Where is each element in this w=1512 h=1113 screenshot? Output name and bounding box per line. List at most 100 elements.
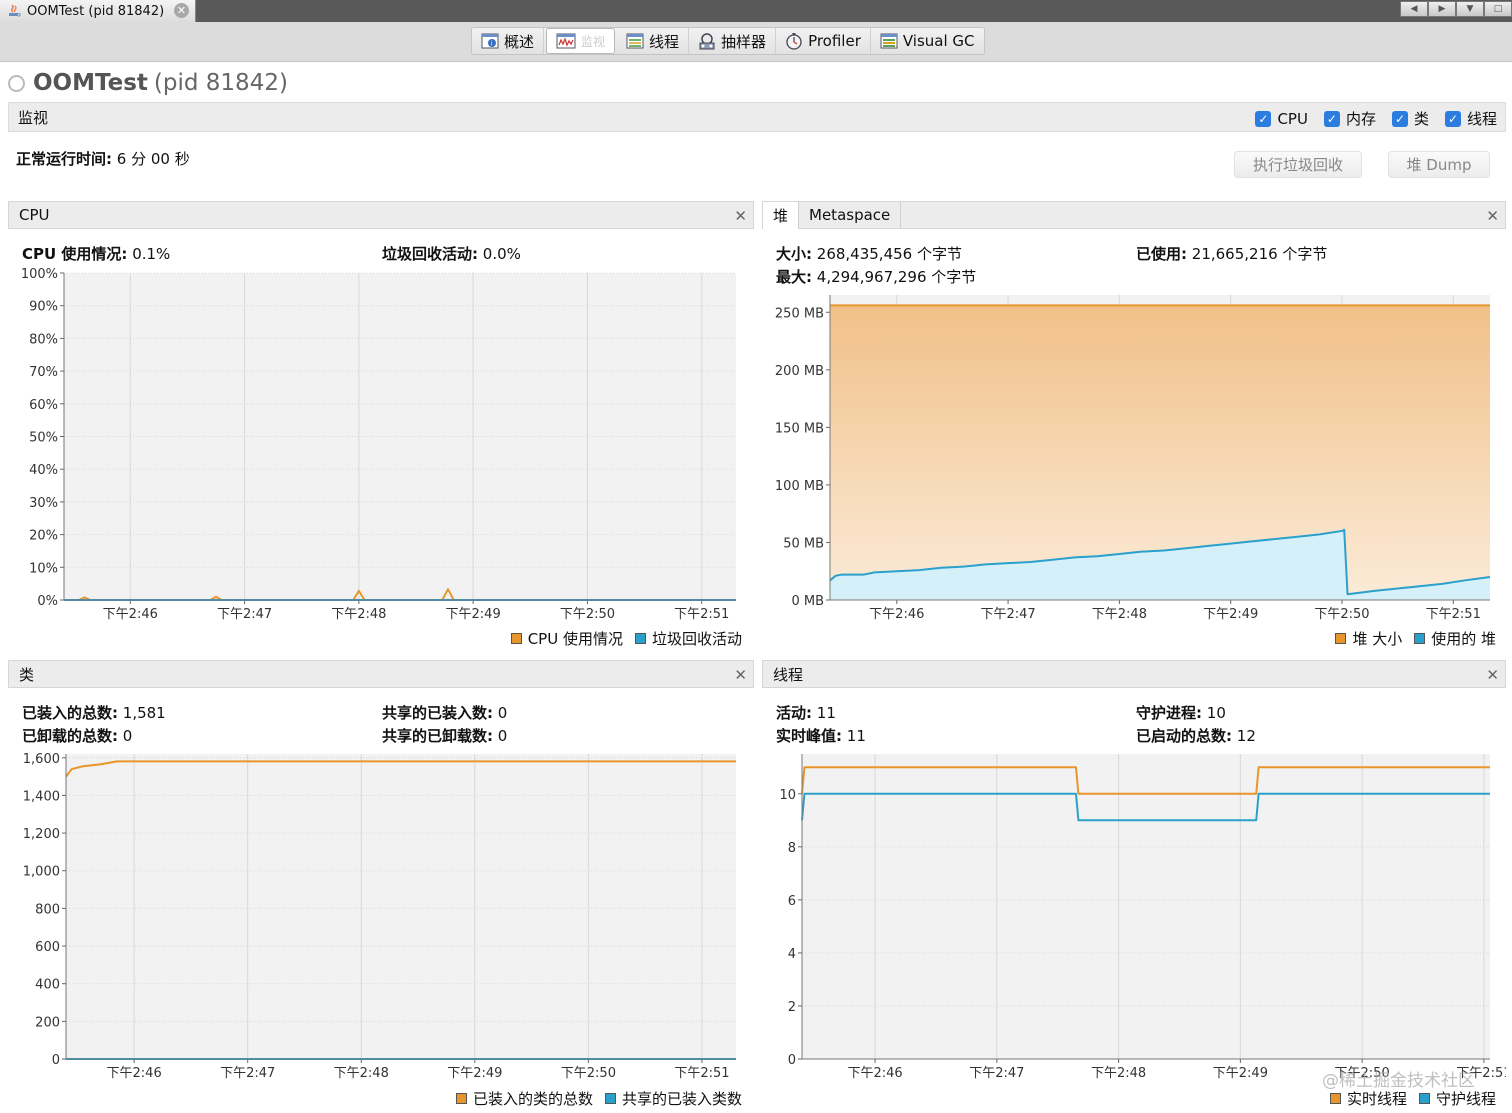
scroll-right-button[interactable]: ▶	[1428, 1, 1456, 17]
stat-label: 已装入的总数:	[22, 704, 118, 722]
uptime-value: 6 分 00 秒	[116, 150, 190, 168]
legend-label: CPU 使用情况	[527, 630, 623, 648]
stat-label: 已卸载的总数:	[22, 727, 118, 745]
app-pid: (pid 81842)	[153, 70, 288, 96]
tab-monitor[interactable]: 监视	[546, 28, 616, 54]
monitor-section-header: 监视 ✓ CPU ✓ 内存 ✓ 类 ✓ 线程	[8, 102, 1506, 132]
uptime: 正常运行时间: 6 分 00 秒	[16, 148, 190, 169]
memory-panel: 堆 Metaspace ✕ 大小: 268,435,456 个字节 已使用: 2…	[762, 201, 1506, 653]
close-icon[interactable]: ✕	[1486, 666, 1499, 684]
heap-dump-button[interactable]: 堆 Dump	[1388, 151, 1490, 178]
tab-threads-label: 线程	[649, 32, 680, 51]
legend-swatch-blue	[1414, 633, 1426, 644]
tab-list-button[interactable]: ▼	[1456, 1, 1484, 17]
x-tick-label: 下午2:50	[560, 607, 615, 622]
threads-panel-header: 线程 ✕	[762, 660, 1506, 688]
tab-visual-gc[interactable]: Visual GC	[871, 28, 984, 54]
heap-size-stat: 大小: 268,435,456 个字节	[776, 243, 962, 264]
y-tick-label: 100 MB	[775, 479, 824, 494]
x-tick-label: 下午2:51	[1426, 607, 1481, 622]
perform-gc-button[interactable]: 执行垃圾回收	[1234, 151, 1362, 178]
plot-area	[66, 754, 736, 1059]
classes-checkbox-label: 类	[1413, 110, 1429, 128]
unloaded-total-stat: 已卸载的总数: 0	[22, 725, 132, 746]
y-tick-label: 10%	[29, 561, 58, 576]
stat-value: 0.1%	[132, 245, 171, 263]
visual-gc-icon	[880, 33, 898, 49]
x-tick-label: 下午2:48	[334, 1066, 389, 1081]
close-tab-icon[interactable]: ✕	[174, 3, 189, 18]
stat-value: 0	[497, 704, 508, 722]
legend-label: 实时线程	[1346, 1090, 1407, 1108]
cpu-panel-header: CPU ✕	[8, 201, 754, 229]
x-tick-label: 下午2:51	[674, 607, 729, 622]
watermark: @稀土掘金技术社区	[1322, 1071, 1475, 1091]
cpu-panel: CPU ✕ CPU 使用情况: 0.1% 垃圾回收活动: 0.0% 0% 10% 2…	[8, 201, 754, 653]
monitor-label: 监视	[18, 108, 49, 127]
document-tab[interactable]: OOMTest (pid 81842) ✕	[0, 0, 196, 22]
cpu-panel-title: CPU	[19, 206, 50, 224]
close-icon[interactable]: ✕	[734, 207, 747, 225]
stat-label: 守护进程:	[1136, 704, 1202, 722]
close-icon[interactable]: ✕	[1486, 207, 1499, 225]
maximize-button[interactable]: □	[1484, 1, 1512, 17]
threads-chart: 0246810下午2:46 下午2:47 下午2:48 下午2:49 下午2:50 下午2…	[779, 754, 1506, 1081]
loaded-total-stat: 已装入的总数: 1,581	[22, 702, 166, 723]
legend-swatch-orange	[510, 633, 522, 644]
live-threads-stat: 活动: 11	[776, 702, 836, 723]
threads-icon	[626, 33, 644, 49]
tab-threads[interactable]: 线程	[617, 28, 690, 54]
tab-visual-gc-label: Visual GC	[902, 32, 975, 50]
x-tick-label: 下午2:49	[1203, 607, 1258, 622]
heap-max-stat: 最大: 4,294,967,296 个字节	[776, 266, 976, 287]
stat-value: 4,294,967,296 个字节	[816, 268, 977, 286]
y-tick-label: 60%	[29, 398, 58, 413]
y-tick-label: 2	[788, 1000, 796, 1015]
memory-checkbox[interactable]: ✓ 内存	[1323, 108, 1376, 129]
x-tick-label: 下午2:46	[847, 1066, 902, 1081]
scroll-left-button[interactable]: ◀	[1400, 1, 1428, 17]
legend-label: 共享的已装入类数	[621, 1090, 742, 1108]
tab-monitor-label: 监视	[581, 34, 606, 49]
y-tick-label: 6	[788, 894, 796, 909]
tab-sampler-label: 抽样器	[721, 32, 767, 51]
y-tick-label: 50%	[29, 431, 58, 446]
legend-swatch-blue	[604, 1093, 616, 1104]
stat-value: 0.0%	[482, 245, 521, 263]
memory-panel-header: 堆 Metaspace ✕	[762, 201, 1506, 229]
y-tick-label: 100%	[21, 267, 58, 282]
tab-heap[interactable]: 堆	[763, 201, 800, 229]
tab-overview[interactable]: i 概述	[472, 28, 545, 54]
x-tick-label: 下午2:46	[107, 1066, 162, 1081]
shared-loaded-stat: 共享的已装入数: 0	[382, 702, 507, 723]
threads-checkbox[interactable]: ✓ 线程	[1444, 108, 1497, 129]
tab-profiler[interactable]: Profiler	[776, 28, 871, 54]
x-tick-label: 下午2:49	[1213, 1066, 1268, 1081]
y-tick-label: 800	[35, 902, 60, 917]
classes-panel-title: 类	[19, 665, 35, 684]
legend-swatch-orange	[1329, 1093, 1341, 1104]
y-tick-label: 8	[788, 841, 796, 856]
profiler-icon	[786, 33, 802, 50]
stat-value: 10	[1206, 704, 1226, 722]
y-tick-label: 80%	[29, 332, 58, 347]
close-icon[interactable]: ✕	[734, 666, 747, 684]
classes-checkbox[interactable]: ✓ 类	[1391, 108, 1429, 129]
x-tick-label: 下午2:47	[980, 607, 1035, 622]
checkmark-icon: ✓	[1255, 110, 1272, 127]
legend-swatch-blue	[634, 633, 646, 644]
y-tick-label: 90%	[29, 300, 58, 315]
cpu-checkbox[interactable]: ✓ CPU	[1255, 110, 1308, 128]
stat-label: 垃圾回收活动:	[382, 245, 478, 263]
x-tick-label: 下午2:50	[561, 1066, 616, 1081]
tab-metaspace[interactable]: Metaspace	[799, 201, 902, 229]
stat-value: 12	[1236, 727, 1256, 745]
stat-label: 最大:	[776, 268, 812, 286]
cpu-legend: CPU 使用情况 垃圾回收活动	[499, 628, 742, 649]
tab-sampler[interactable]: 抽样器	[689, 28, 777, 54]
x-tick-label: 下午2:50	[1314, 607, 1369, 622]
checkmark-icon: ✓	[1391, 110, 1408, 127]
y-tick-label: 30%	[29, 496, 58, 511]
stat-value: 11	[816, 704, 836, 722]
legend-label: 使用的 堆	[1431, 630, 1496, 648]
